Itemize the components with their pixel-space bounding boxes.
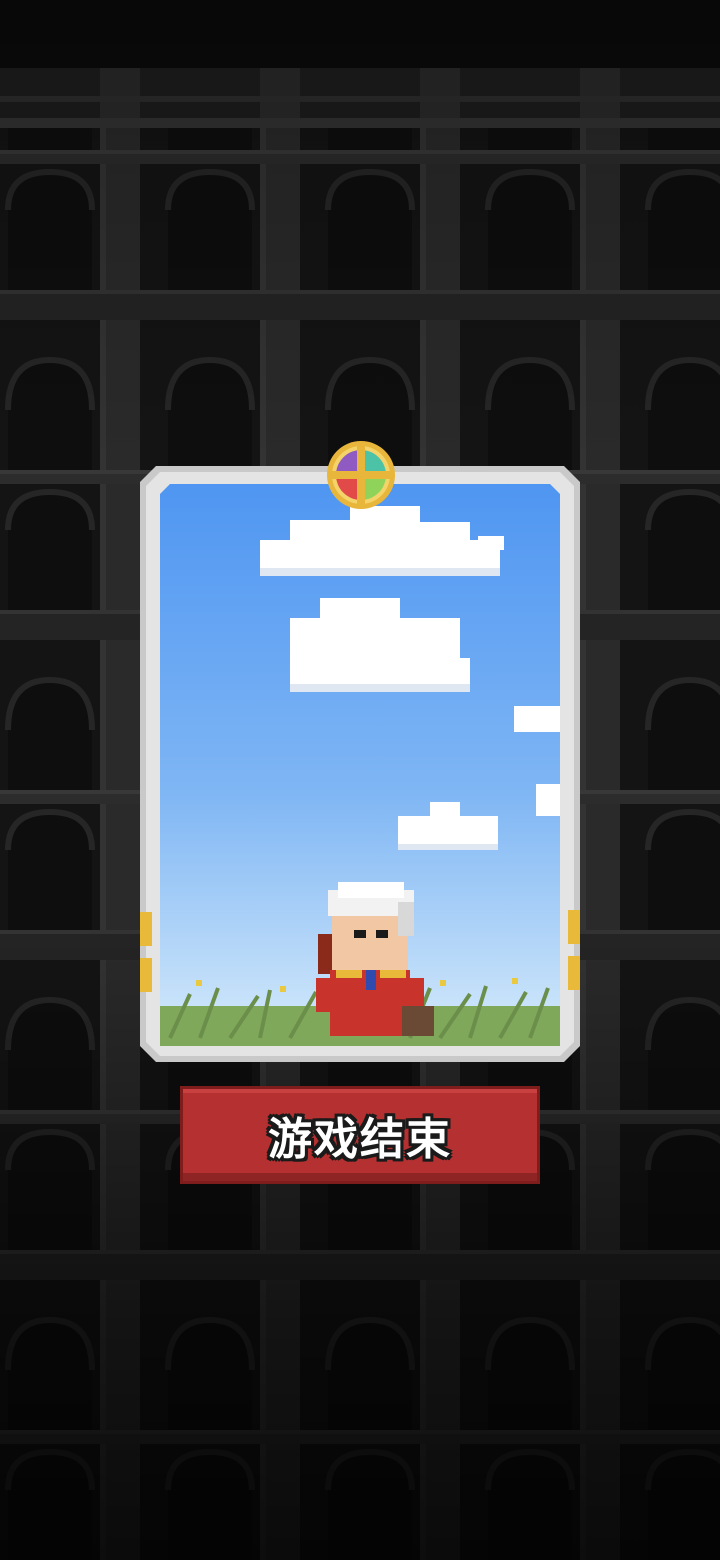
game-over-screen: 游戏结束 xyxy=(0,0,720,1560)
card-scene xyxy=(140,466,580,1062)
character-card xyxy=(140,441,580,1062)
four-color-cross-emblem-icon xyxy=(327,441,395,509)
game-over-label: 游戏结束 xyxy=(268,1114,452,1165)
game-over-button[interactable]: 游戏结束 xyxy=(180,1086,540,1184)
